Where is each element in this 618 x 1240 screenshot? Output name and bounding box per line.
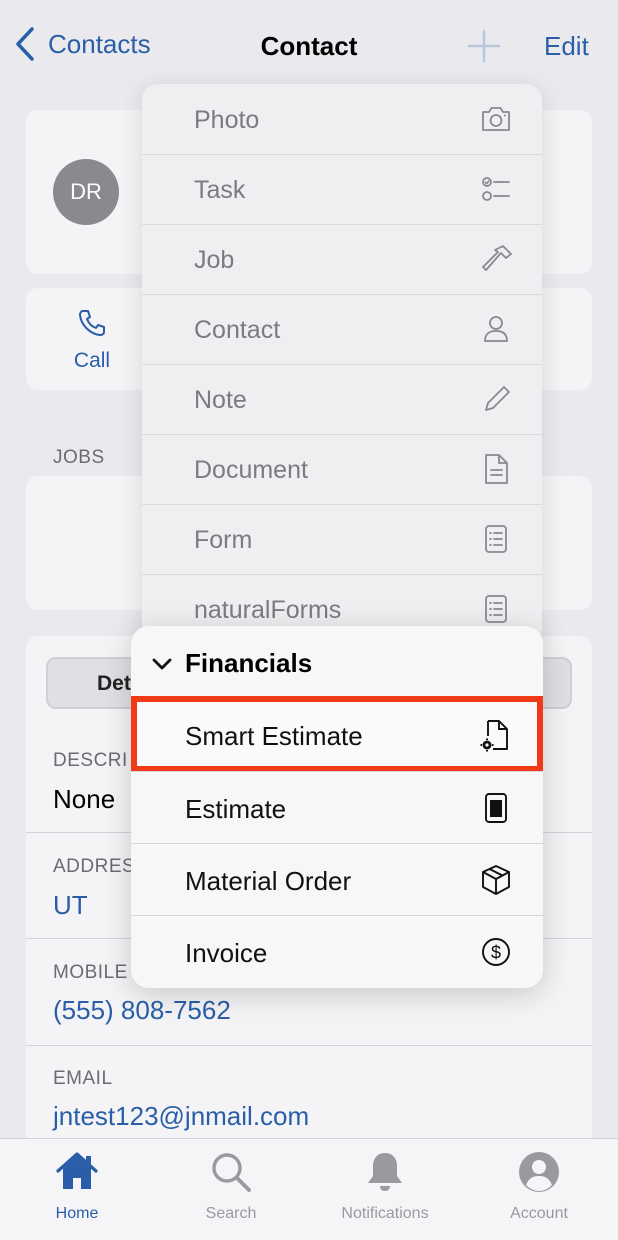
tab-bar: Home Search Notifications Account (0, 1138, 618, 1240)
financials-submenu: Financials Smart Estimate Estimate Mater… (131, 626, 543, 988)
form-icon (478, 521, 514, 557)
email-value[interactable]: jntest123@jnmail.com (53, 1101, 309, 1132)
menu-item-label: Job (194, 246, 235, 274)
address-value[interactable]: UT (53, 890, 88, 921)
tab-label: Search (205, 1205, 257, 1222)
menu-item-label: Material Order (185, 866, 352, 896)
mobile-value[interactable]: (555) 808-7562 (53, 995, 231, 1026)
menu-item-photo[interactable]: Photo (142, 84, 542, 154)
divider (26, 1045, 592, 1046)
menu-item-label: naturalForms (194, 596, 342, 624)
plus-icon (467, 29, 501, 63)
nav-bar: Contacts Contact Edit (0, 0, 618, 92)
search-icon (212, 1153, 251, 1192)
jobs-section-label: JOBS (53, 447, 105, 468)
tab-label: Home (55, 1205, 99, 1222)
avatar-initials: DR (70, 179, 102, 204)
email-label: EMAIL (53, 1068, 113, 1089)
segment-details-label[interactable]: Det (97, 672, 131, 696)
home-icon (56, 1152, 98, 1189)
menu-item-estimate[interactable]: Estimate (131, 772, 543, 844)
menu-item-label: Note (194, 386, 247, 414)
menu-item-invoice[interactable]: Invoice $ (131, 916, 543, 988)
menu-item-label: Estimate (185, 794, 287, 824)
menu-item-label: Contact (194, 316, 281, 344)
chevron-down-icon (152, 658, 172, 669)
menu-item-task[interactable]: Task (142, 154, 542, 224)
person-icon (478, 311, 514, 347)
mobile-label: MOBILE (53, 962, 128, 983)
menu-item-document[interactable]: Document (142, 434, 542, 504)
tab-label: Account (510, 1205, 568, 1222)
financials-header-label: Financials (185, 648, 313, 678)
tab-search[interactable]: Search (171, 1149, 291, 1223)
tab-account[interactable]: Account (479, 1149, 599, 1223)
tab-home[interactable]: Home (17, 1149, 137, 1223)
menu-item-label: Invoice (185, 938, 268, 968)
hammer-icon (478, 241, 514, 277)
estimate-icon (478, 790, 514, 826)
description-label: DESCRI (53, 750, 128, 771)
menu-item-job[interactable]: Job (142, 224, 542, 294)
box-icon (478, 862, 514, 898)
add-menu: Photo Task Job Contact Note Document For… (142, 84, 542, 644)
svg-text:$: $ (491, 943, 501, 963)
call-label: Call (73, 349, 111, 372)
financials-header[interactable]: Financials (151, 648, 312, 679)
tab-label: Notifications (341, 1205, 429, 1222)
form-icon (478, 591, 514, 627)
bell-icon (368, 1153, 402, 1191)
address-label: ADDRES (53, 856, 136, 877)
tab-notifications[interactable]: Notifications (325, 1149, 445, 1223)
menu-item-contact[interactable]: Contact (142, 294, 542, 364)
smart-estimate-icon (478, 717, 514, 753)
menu-item-label: Task (194, 176, 246, 204)
menu-item-material-order[interactable]: Material Order (131, 844, 543, 916)
menu-item-smart-estimate[interactable]: Smart Estimate (131, 699, 543, 771)
menu-item-label: Photo (194, 106, 260, 134)
checklist-icon (478, 171, 514, 207)
description-value: None (53, 784, 116, 814)
menu-item-label: Form (194, 526, 253, 554)
account-icon (519, 1152, 559, 1192)
avatar: DR (53, 159, 119, 225)
menu-item-note[interactable]: Note (142, 364, 542, 434)
edit-button[interactable]: Edit (544, 31, 589, 62)
call-button[interactable]: Call (60, 308, 124, 373)
camera-icon (478, 101, 514, 137)
menu-item-label: Smart Estimate (185, 721, 363, 751)
menu-item-form[interactable]: Form (142, 504, 542, 574)
phone-icon (79, 310, 105, 336)
page-title: Contact (260, 31, 358, 61)
add-button[interactable] (466, 28, 502, 64)
pencil-icon (478, 381, 514, 417)
menu-item-label: Document (194, 456, 308, 484)
dollar-icon: $ (478, 934, 514, 970)
document-icon (478, 451, 514, 487)
